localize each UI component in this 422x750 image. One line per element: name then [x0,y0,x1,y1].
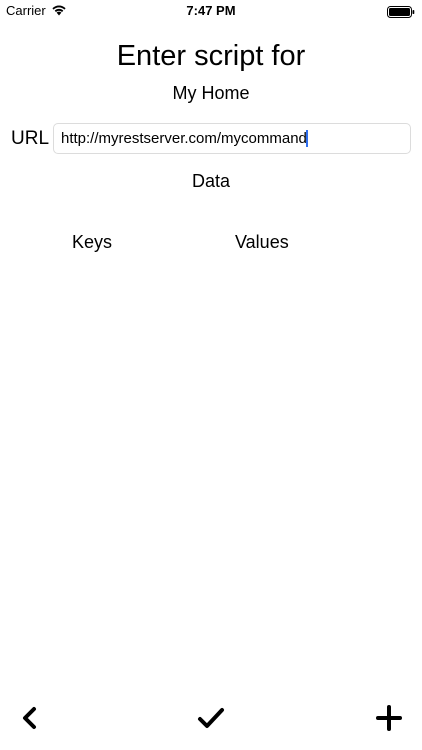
plus-icon [376,705,402,731]
url-label: URL [11,128,50,149]
battery-icon [387,5,415,18]
page-title: Enter script for [116,40,306,72]
back-chevron-icon [23,707,36,729]
text-cursor [306,130,308,147]
checkmark-icon [198,708,224,728]
keys-column-header: Keys [72,232,113,252]
device-name: My Home [172,83,250,103]
add-button[interactable] [374,703,404,733]
url-input[interactable] [53,123,411,154]
data-section-label: Data [191,171,231,191]
status-bar: Carrier 7:47 PM [0,0,422,22]
status-time: 7:47 PM [186,3,236,18]
done-button[interactable] [196,703,226,733]
values-column-header: Values [235,232,289,252]
back-button[interactable] [14,703,44,733]
